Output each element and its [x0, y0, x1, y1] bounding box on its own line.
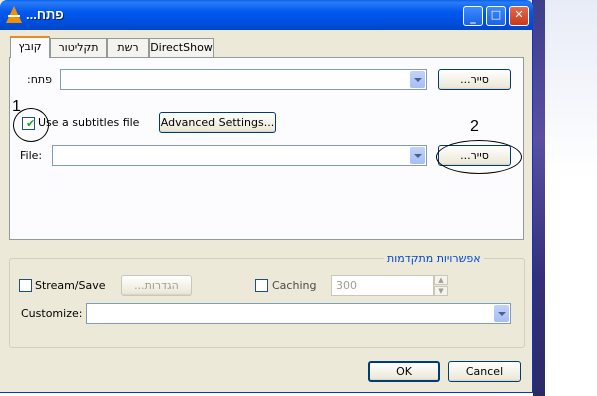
- annotation-marker-2: 2: [470, 118, 479, 135]
- stream-save-checkbox[interactable]: [19, 279, 32, 292]
- subtitles-checkbox-label[interactable]: Use a subtitles file: [38, 116, 139, 129]
- maximize-icon: □: [490, 8, 502, 21]
- caching-checkbox[interactable]: [255, 279, 268, 292]
- subtitle-file-combobox[interactable]: [52, 145, 427, 166]
- title-bar[interactable]: פתח... _ □ ✕: [0, 0, 533, 30]
- chevron-down-icon[interactable]: [410, 147, 425, 164]
- customize-combobox[interactable]: [86, 303, 511, 324]
- stream-save-label[interactable]: Stream/Save: [35, 279, 106, 292]
- open-combobox[interactable]: [60, 69, 427, 90]
- spin-up-icon[interactable]: ▲: [434, 275, 448, 285]
- file-label: File:: [20, 149, 43, 162]
- desktop-background: [533, 0, 597, 396]
- advanced-options-title: אפשרויות מתקדמות: [384, 252, 484, 265]
- minimize-button[interactable]: _: [463, 6, 483, 26]
- annotation-ellipse-2: [436, 140, 522, 174]
- stream-settings-button[interactable]: הגדרות...: [121, 275, 192, 296]
- customize-label: Customize:: [21, 307, 83, 320]
- ok-button[interactable]: OK: [368, 361, 440, 382]
- close-button[interactable]: ✕: [509, 6, 529, 26]
- tab-disc[interactable]: תקליטור: [50, 38, 107, 57]
- spin-down-icon[interactable]: ▼: [434, 286, 448, 296]
- open-dialog: פתח... _ □ ✕ קובץ תקליטור רשת DirectShow…: [0, 0, 533, 393]
- open-label: פתח:: [27, 73, 52, 86]
- vlc-cone-icon: [6, 6, 22, 23]
- chevron-down-icon[interactable]: [494, 305, 509, 322]
- advanced-settings-button[interactable]: Advanced Settings...: [159, 112, 276, 133]
- chevron-down-icon[interactable]: [410, 71, 425, 88]
- minimize-icon: _: [470, 11, 476, 24]
- browse-button[interactable]: סייר...: [438, 69, 511, 90]
- close-icon: ✕: [514, 8, 524, 21]
- maximize-button[interactable]: □: [486, 6, 506, 26]
- tab-file[interactable]: קובץ: [10, 36, 50, 58]
- tab-directshow[interactable]: DirectShow: [149, 38, 214, 57]
- caching-spinbox[interactable]: 300: [331, 275, 434, 296]
- cancel-button[interactable]: Cancel: [448, 361, 521, 382]
- window-title: פתח...: [26, 7, 64, 22]
- tab-network[interactable]: רשת: [107, 38, 149, 57]
- annotation-circle-1: [13, 108, 49, 142]
- caching-label[interactable]: Caching: [272, 279, 316, 292]
